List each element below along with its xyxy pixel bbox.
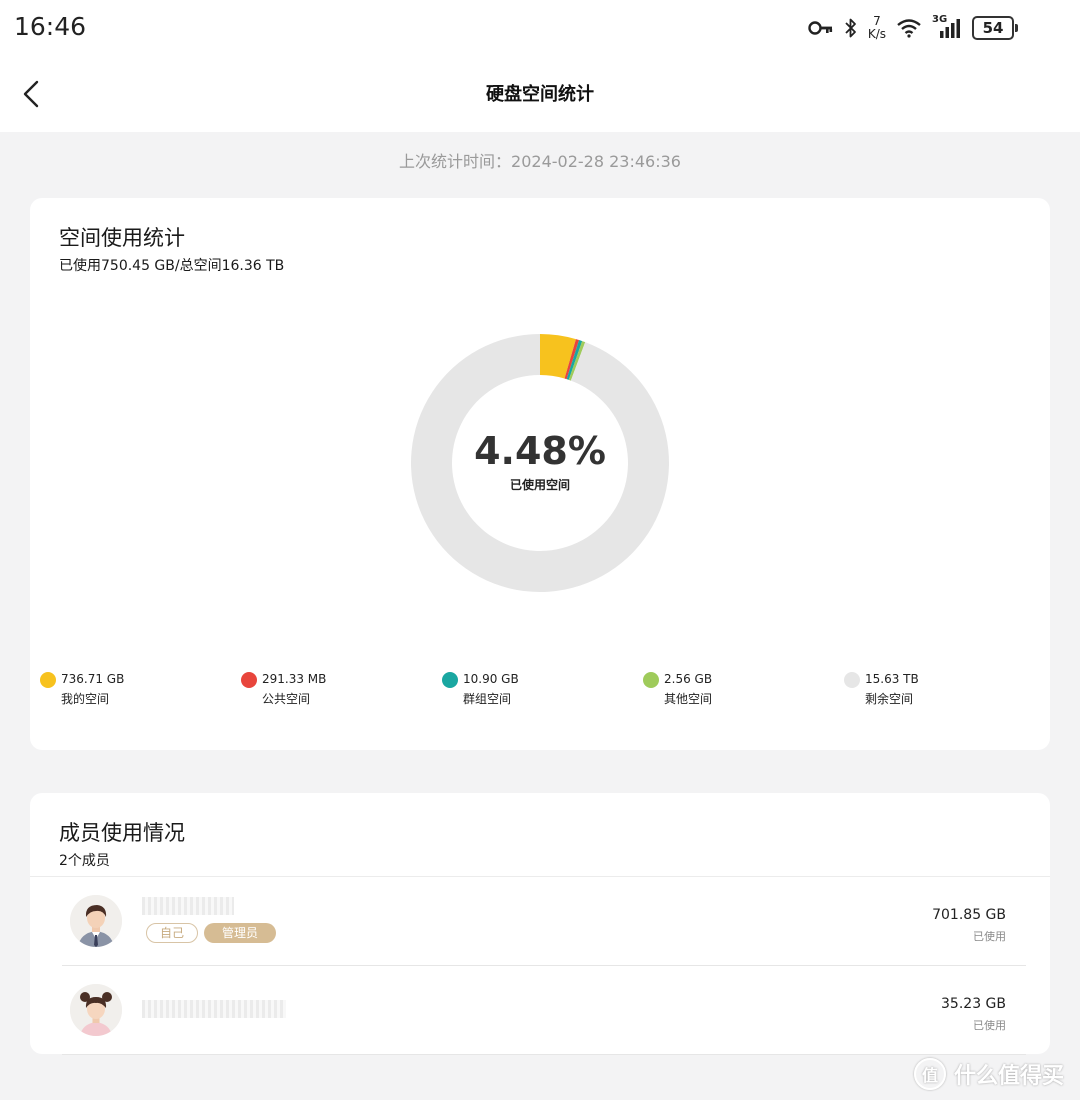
legend-dot <box>40 672 56 688</box>
battery-level: 54 <box>982 19 1004 37</box>
members-card-title: 成员使用情况 <box>59 821 185 845</box>
members-card: 成员使用情况 2个成员 自己 管理员 701.85 GB 已使用 35.23 G… <box>30 793 1050 1055</box>
usage-card-title: 空间使用统计 <box>59 226 185 250</box>
watermark-logo: 值 <box>913 1058 946 1090</box>
watermark-text: 什么值得买 <box>953 1064 1064 1089</box>
usage-summary: 已使用750.45 GB/总空间16.36 TB <box>59 258 285 274</box>
legend-value: 15.63 TB <box>865 672 919 686</box>
last-stat-time: 上次统计时间：2024-02-28 23:46:36 <box>399 152 681 171</box>
watermark: 值 什么值得买 <box>913 1058 1064 1090</box>
donut-chart: 4.48% 已使用空间 <box>410 333 670 593</box>
status-bar: 16:46 7 K/s 3G 54 <box>0 0 1080 56</box>
legend-value: 736.71 GB <box>61 672 125 686</box>
legend-dot <box>844 672 860 688</box>
legend-item: 10.90 GB 群组空间 <box>442 670 632 710</box>
legend-label: 我的空间 <box>61 692 110 706</box>
member-size: 701.85 GB <box>932 907 1006 923</box>
legend-item: 2.56 GB 其他空间 <box>643 670 833 710</box>
legend-item: 291.33 MB 公共空间 <box>241 670 431 710</box>
member-name-redacted <box>142 897 234 915</box>
legend-value: 2.56 GB <box>664 672 713 686</box>
legend-value: 10.90 GB <box>463 672 519 686</box>
legend-dot <box>241 672 257 688</box>
chart-legend: 736.71 GB 我的空间 291.33 MB 公共空间 10.90 GB 群组空间 2.… <box>40 670 1050 710</box>
member-row[interactable]: 35.23 GB 已使用 <box>62 966 1026 1055</box>
male-avatar-icon <box>70 895 122 947</box>
members-count: 2个成员 <box>59 853 110 869</box>
tag-self: 自己 <box>146 923 198 943</box>
tag-admin: 管理员 <box>204 923 276 943</box>
status-icons: 7 K/s 3G 54 <box>808 14 1018 42</box>
signal-icon: 3G <box>932 14 962 39</box>
legend-label: 群组空间 <box>463 692 512 706</box>
header: 硬盘空间统计 <box>0 56 1080 132</box>
legend-dot <box>643 672 659 688</box>
member-used-label: 已使用 <box>973 1019 1006 1032</box>
donut-center: 4.48% 已使用空间 <box>410 333 670 593</box>
member-size: 35.23 GB <box>941 996 1006 1012</box>
page-title: 硬盘空间统计 <box>486 84 594 105</box>
legend-item: 15.63 TB 剩余空间 <box>844 670 1034 710</box>
donut-percent: 4.48% <box>474 428 606 473</box>
legend-dot <box>442 672 458 688</box>
legend-value: 291.33 MB <box>262 672 327 686</box>
legend-label: 其他空间 <box>664 692 713 706</box>
wifi-icon <box>897 19 921 38</box>
battery-icon: 54 <box>972 16 1018 40</box>
legend-label: 剩余空间 <box>865 692 914 706</box>
member-row[interactable]: 自己 管理员 701.85 GB 已使用 <box>62 877 1026 966</box>
net-speed-unit: K/s <box>867 27 886 41</box>
legend-item: 736.71 GB 我的空间 <box>40 670 230 710</box>
bluetooth-icon <box>845 18 856 38</box>
usage-card: 空间使用统计 已使用750.45 GB/总空间16.36 TB 4.48% 已使… <box>30 198 1050 750</box>
female-avatar-icon <box>70 984 122 1036</box>
donut-caption: 已使用空间 <box>509 477 570 492</box>
member-used-label: 已使用 <box>973 930 1006 943</box>
status-time: 16:46 <box>14 12 87 41</box>
legend-label: 公共空间 <box>262 692 311 706</box>
key-icon <box>808 21 832 35</box>
net-speed: 7 K/s <box>868 15 886 41</box>
member-name-redacted <box>142 1000 286 1018</box>
